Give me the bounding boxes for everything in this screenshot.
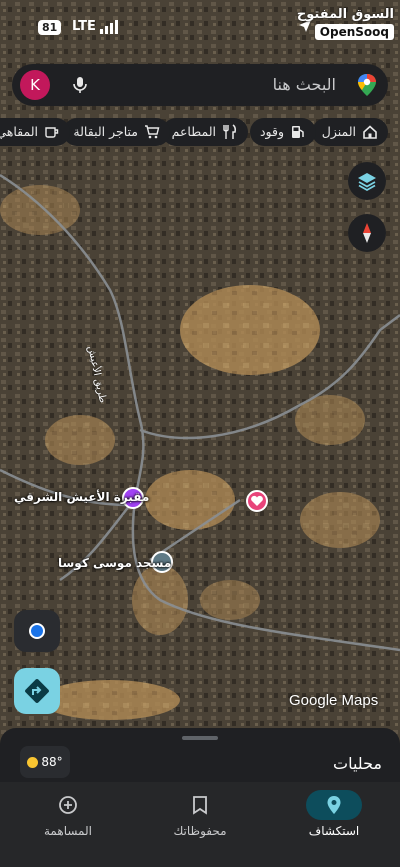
bottom-navigation: استكشاف محفوظاتك المساهمة: [0, 782, 400, 867]
chip-label: المقاهي: [0, 124, 38, 139]
chip-label: وقود: [259, 124, 284, 139]
directions-icon: [25, 679, 49, 703]
chip-label: متاجر البقالة: [73, 124, 138, 139]
add-circle-icon: [59, 796, 77, 814]
heart-icon[interactable]: [246, 490, 268, 512]
nav-label: محفوظاتك: [173, 824, 227, 838]
layers-button[interactable]: [348, 162, 386, 200]
chip-label: المنزل: [321, 124, 356, 139]
sheet-drag-handle[interactable]: [182, 736, 218, 740]
compass-icon: [363, 223, 371, 243]
chip-label: المطاعم: [171, 124, 216, 139]
chip-home[interactable]: المنزل: [311, 118, 388, 146]
nav-label: استكشاف: [308, 824, 360, 838]
nav-explore[interactable]: استكشاف: [284, 790, 384, 838]
gas-station-icon: [292, 126, 304, 138]
sheet-title: محليات: [333, 754, 382, 773]
place-label-cemetery[interactable]: مقبرة الأعيش الشرقي: [14, 490, 149, 504]
bookmark-icon: [193, 796, 207, 815]
category-chips: المنزل وقود المطاعم متاجر البقالة المقاه…: [0, 118, 400, 148]
coffee-icon: [45, 127, 59, 138]
explore-pin-icon: [327, 796, 341, 814]
network-indicator: LTE: [72, 19, 96, 34]
my-location-button[interactable]: [14, 610, 60, 652]
layers-icon: [358, 173, 376, 192]
my-location-icon: [29, 623, 45, 639]
chip-grocery[interactable]: متاجر البقالة: [63, 118, 170, 146]
directions-button[interactable]: [14, 668, 60, 714]
battery-indicator: 81: [38, 20, 62, 35]
search-bar[interactable]: K البحث هنا: [12, 64, 388, 106]
signal-icon: [100, 20, 118, 34]
sun-icon: [27, 756, 39, 768]
weather-chip[interactable]: 88°: [20, 746, 70, 778]
shopping-cart-icon: [145, 125, 160, 139]
search-input[interactable]: البحث هنا: [273, 75, 336, 94]
nav-contribute[interactable]: المساهمة: [18, 790, 118, 838]
home-icon: [363, 125, 377, 139]
restaurant-icon: [223, 124, 236, 139]
watermark-english: OpenSooq: [314, 24, 394, 40]
nav-label: المساهمة: [44, 824, 92, 838]
microphone-icon[interactable]: [70, 75, 90, 95]
chip-restaurants[interactable]: المطاعم: [161, 118, 248, 146]
place-label-mosque[interactable]: مسجد موسى كوسا: [58, 556, 171, 570]
chip-cafes[interactable]: المقاهي: [0, 118, 70, 146]
google-maps-logo-icon: [358, 74, 376, 96]
compass-button[interactable]: [348, 214, 386, 252]
chip-fuel[interactable]: وقود: [249, 118, 316, 146]
avatar[interactable]: K: [20, 70, 50, 100]
temperature: 88°: [41, 755, 63, 769]
nav-saved[interactable]: محفوظاتك: [150, 790, 250, 838]
watermark-arabic: السوق المفتوح: [296, 7, 394, 22]
map-attribution: Google Maps: [289, 692, 379, 709]
status-bar: 81 LTE السوق المفتوح OpenSooq: [0, 0, 400, 48]
